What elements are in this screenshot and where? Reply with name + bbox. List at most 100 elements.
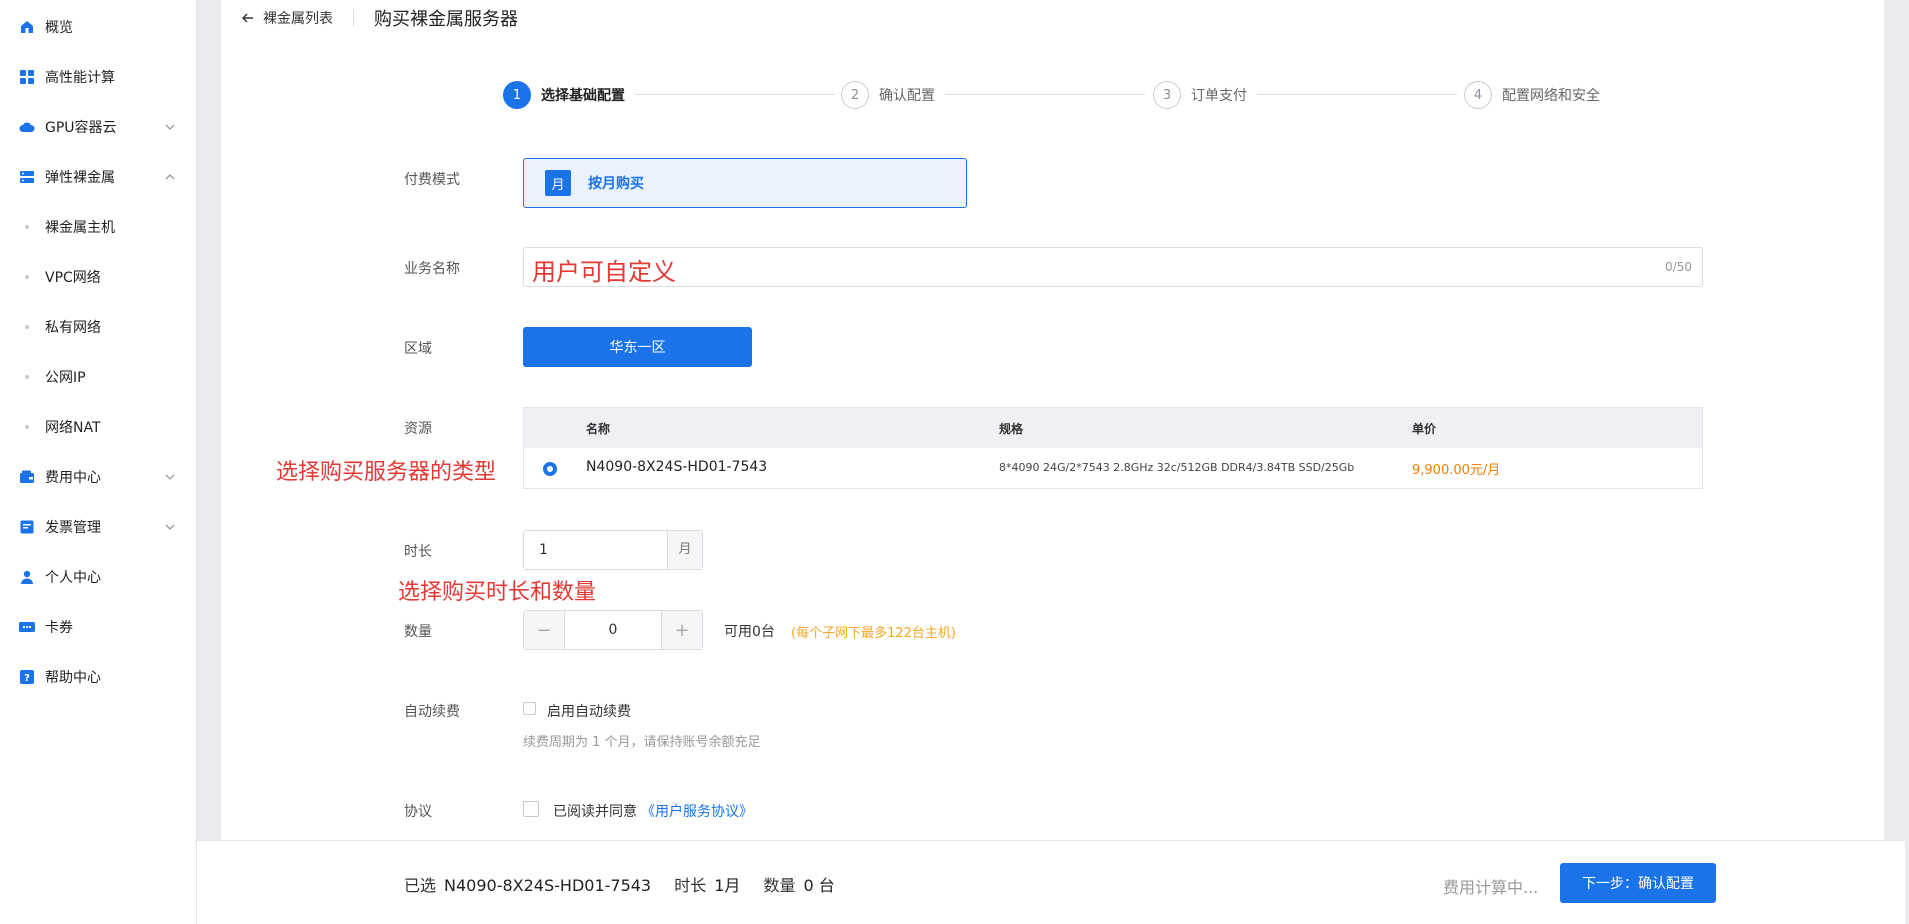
- ticket-icon: [19, 619, 35, 635]
- resource-label: 资源: [404, 421, 432, 437]
- chevron-down-icon[interactable]: [163, 470, 177, 484]
- business-name-label: 业务名称: [404, 261, 460, 277]
- arrow-left-icon: [242, 13, 253, 23]
- step-number: 3: [1153, 81, 1181, 109]
- step-number: 1: [503, 81, 531, 109]
- agreement-label: 协议: [404, 804, 432, 820]
- sidebar-item-vpc[interactable]: VPC网络: [0, 252, 197, 302]
- sidebar-item-label: 私有网络: [45, 320, 101, 336]
- sidebar-item-nat[interactable]: 网络NAT: [0, 402, 197, 452]
- selection-summary: 已选 N4090-8X24S-HD01-7543 时长 1月 数量 0 台: [404, 872, 853, 896]
- bullet-dot: [25, 375, 29, 379]
- auto-renew-hint: 续费周期为 1 个月，请保持账号余额充足: [523, 735, 761, 750]
- sidebar-item-label: 概览: [45, 20, 73, 36]
- step-connector: [1257, 94, 1457, 95]
- plus-button[interactable]: +: [661, 611, 702, 649]
- business-name-value: 用户可自定义: [532, 258, 676, 286]
- sidebar-item-label: 发票管理: [45, 520, 101, 536]
- step-connector: [945, 94, 1145, 95]
- chevron-up-icon[interactable]: [163, 170, 177, 184]
- breadcrumb: 裸金属列表 购买裸金属服务器: [241, 0, 518, 36]
- chevron-down-icon[interactable]: [163, 120, 177, 134]
- invoice-icon: [19, 519, 35, 535]
- quantity-label: 数量: [404, 624, 432, 640]
- sidebar-item-label: 网络NAT: [45, 420, 101, 436]
- step-number: 2: [841, 81, 869, 109]
- back-label: 裸金属列表: [263, 11, 333, 27]
- step-label: 订单支付: [1191, 88, 1247, 104]
- table-header: 名称 规格 单价: [524, 408, 1702, 448]
- bullet-dot: [25, 425, 29, 429]
- auto-renew-option: 启用自动续费: [547, 704, 631, 720]
- step-number: 4: [1464, 81, 1492, 109]
- bullet-dot: [25, 325, 29, 329]
- home-icon: [19, 19, 35, 35]
- sidebar-item-label: 费用中心: [45, 470, 101, 486]
- chevron-down-icon[interactable]: [163, 520, 177, 534]
- quantity-summary-label: 数量: [763, 876, 796, 895]
- sidebar-item-hpc[interactable]: 高性能计算: [0, 52, 197, 102]
- sidebar-item-label: 高性能计算: [45, 70, 115, 86]
- quantity-hint: (每个子网下最多122台主机): [791, 626, 956, 641]
- sidebar-item-gpu-cloud[interactable]: GPU容器云: [0, 102, 197, 152]
- next-step-button[interactable]: 下一步：确认配置: [1560, 863, 1716, 903]
- sidebar-item-coupons[interactable]: 卡券: [0, 602, 197, 652]
- page-title: 购买裸金属服务器: [374, 9, 518, 30]
- sidebar-item-private-network[interactable]: 私有网络: [0, 302, 197, 352]
- duration-summary-value: 1月: [714, 876, 741, 895]
- sidebar-item-label: VPC网络: [45, 270, 101, 286]
- footer-summary-bar: 已选 N4090-8X24S-HD01-7543 时长 1月 数量 0 台 费用计算中…: [197, 840, 1909, 924]
- business-name-input[interactable]: 用户可自定义 0/50: [523, 247, 1703, 287]
- agreement-checkbox[interactable]: [523, 801, 539, 817]
- table-row[interactable]: N4090-8X24S-HD01-7543 8*4090 24G/2*7543 …: [524, 448, 1702, 488]
- bullet-dot: [25, 275, 29, 279]
- quantity-summary-value: 0 台: [803, 876, 835, 895]
- server-icon: [19, 169, 35, 185]
- step-4: 4 配置网络和安全: [1464, 81, 1600, 109]
- sidebar-item-overview[interactable]: 概览: [0, 2, 197, 52]
- sidebar: 概览 高性能计算 GPU容器云 弹性裸金属 裸金属主机 VPC网络 私有网络 公…: [0, 0, 197, 924]
- step-label: 配置网络和安全: [1502, 88, 1600, 104]
- step-label: 确认配置: [879, 88, 935, 104]
- annotation-duration-quantity: 选择购买时长和数量: [398, 580, 597, 605]
- quantity-value: 0: [608, 622, 618, 638]
- price-calculating: 费用计算中...: [1443, 878, 1539, 897]
- sidebar-item-billing[interactable]: 费用中心: [0, 452, 197, 502]
- column-header-price: 单价: [1412, 422, 1437, 436]
- step-connector: [635, 94, 835, 95]
- sidebar-item-invoice[interactable]: 发票管理: [0, 502, 197, 552]
- step-label: 选择基础配置: [541, 88, 625, 104]
- duration-input[interactable]: 1 月: [523, 530, 703, 570]
- sidebar-item-label: 卡券: [45, 620, 73, 636]
- resource-radio[interactable]: [543, 462, 557, 476]
- sidebar-item-label: 裸金属主机: [45, 220, 115, 236]
- sidebar-item-profile[interactable]: 个人中心: [0, 552, 197, 602]
- selected-label: 已选: [404, 876, 437, 895]
- monthly-billing-option[interactable]: 月 按月购买: [523, 158, 967, 208]
- duration-value: 1: [539, 542, 548, 558]
- duration-unit: 月: [667, 531, 702, 569]
- region-east-1-button[interactable]: 华东一区: [523, 327, 752, 367]
- sidebar-item-public-ip[interactable]: 公网IP: [0, 352, 197, 402]
- quantity-stepper[interactable]: − 0 +: [523, 610, 703, 650]
- wallet-icon: [19, 469, 35, 485]
- sidebar-item-label: 个人中心: [45, 570, 101, 586]
- cloud-icon: [19, 119, 35, 135]
- resource-name: N4090-8X24S-HD01-7543: [586, 459, 768, 475]
- sidebar-item-help[interactable]: ? 帮助中心: [0, 652, 197, 702]
- column-header-spec: 规格: [999, 422, 1024, 436]
- auto-renew-checkbox[interactable]: [523, 702, 536, 715]
- sidebar-item-bare-metal[interactable]: 弹性裸金属: [0, 152, 197, 202]
- sidebar-item-bare-metal-host[interactable]: 裸金属主机: [0, 202, 197, 252]
- selected-value: N4090-8X24S-HD01-7543: [444, 876, 652, 895]
- bullet-dot: [25, 225, 29, 229]
- billing-option-label: 按月购买: [588, 176, 644, 192]
- user-agreement-link[interactable]: 《用户服务协议》: [641, 801, 753, 821]
- sidebar-item-label: 弹性裸金属: [45, 170, 115, 186]
- help-icon: ?: [19, 669, 35, 685]
- minus-button[interactable]: −: [524, 611, 565, 649]
- sidebar-item-label: 帮助中心: [45, 670, 101, 686]
- duration-summary-label: 时长: [674, 876, 707, 895]
- back-link[interactable]: 裸金属列表: [241, 8, 333, 28]
- step-3: 3 订单支付: [1153, 81, 1247, 109]
